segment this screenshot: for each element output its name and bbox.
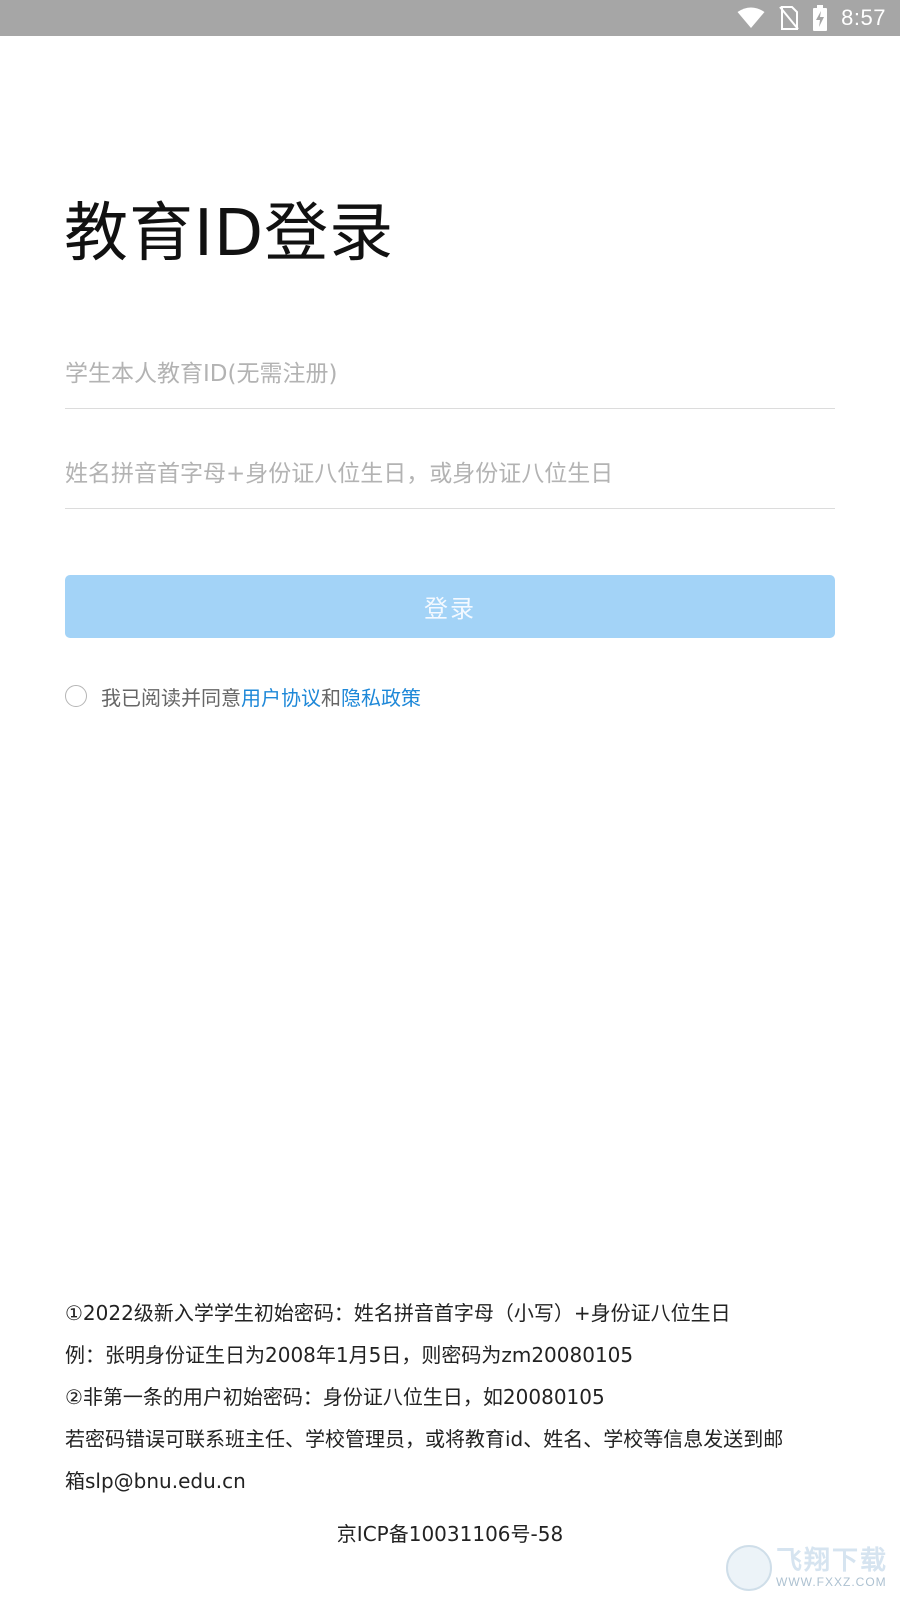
note-line: 箱slp@bnu.edu.cn <box>65 1469 246 1493</box>
privacy-policy-link[interactable]: 隐私政策 <box>341 682 421 711</box>
login-button[interactable]: 登录 <box>65 575 835 638</box>
agreement-prefix: 我已阅读并同意 <box>101 685 241 710</box>
status-bar: 8:57 <box>0 0 900 36</box>
education-id-input[interactable] <box>65 344 835 404</box>
note-line: ②非第一条的用户初始密码：身份证八位生日，如20080105 <box>65 1385 605 1409</box>
note-line: 例：张明身份证生日为2008年1月5日，则密码为zm20080105 <box>65 1343 634 1367</box>
status-time: 8:57 <box>841 5 886 30</box>
watermark-main: 飞翔下载 <box>776 1546 889 1576</box>
agreement-radio[interactable] <box>65 685 87 707</box>
watermark: 飞翔下载 WWW.FXXZ.COM <box>726 1542 892 1594</box>
watermark-sub: WWW.FXXZ.COM <box>776 1575 887 1589</box>
watermark-text: 飞翔下载 WWW.FXXZ.COM <box>776 1548 888 1588</box>
note-line: 若密码错误可联系班主任、学校管理员，或将教育id、姓名、学校等信息发送到邮 <box>65 1427 784 1451</box>
education-id-field <box>65 344 835 409</box>
page-title: 教育ID登录 <box>64 197 395 271</box>
watermark-logo-icon <box>726 1545 772 1591</box>
note-line: ①2022级新入学学生初始密码：姓名拼音首字母（小写）+身份证八位生日 <box>65 1301 731 1325</box>
password-input[interactable] <box>65 444 835 504</box>
no-sim-icon <box>779 6 799 30</box>
battery-charging-icon <box>813 5 828 31</box>
password-notes: ①2022级新入学学生初始密码：姓名拼音首字母（小写）+身份证八位生日 例：张明… <box>65 1292 845 1502</box>
password-field <box>65 444 835 509</box>
status-icons: 8:57 <box>737 0 886 36</box>
user-agreement-link[interactable]: 用户协议 <box>241 682 321 711</box>
agreement-conjunction: 和 <box>321 685 341 710</box>
wifi-icon <box>737 7 765 29</box>
agreement-row: 我已阅读并同意 用户协议 和 隐私政策 <box>65 680 421 712</box>
